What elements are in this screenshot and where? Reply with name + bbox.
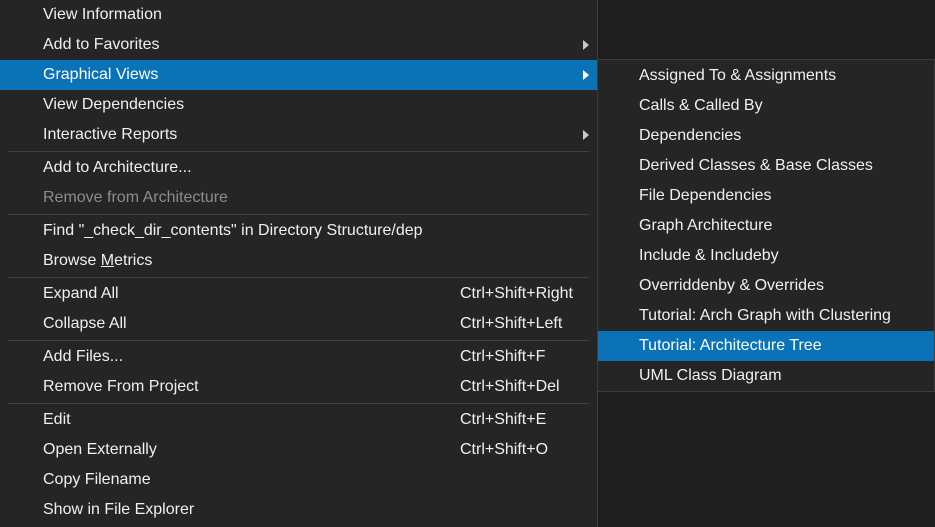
menu-item-browse-metrics[interactable]: Browse Metrics [0, 246, 597, 276]
chevron-right-icon [583, 70, 589, 80]
menu-item-find-check-dir-contents-in-directory-structure-dep[interactable]: Find "_check_dir_contents" in Directory … [0, 216, 597, 246]
menu-item-shortcut: Ctrl+Shift+Del [460, 378, 560, 395]
menu-item-view-information[interactable]: View Information [0, 0, 597, 30]
menu-item-label: Add to Architecture... [43, 159, 192, 176]
submenu-item-assigned-to-assignments[interactable]: Assigned To & Assignments [598, 61, 934, 91]
menu-item-label: Remove from Architecture [43, 189, 228, 206]
menu-item-label: Graphical Views [43, 66, 159, 83]
menu-item-label: View Dependencies [43, 96, 185, 113]
submenu-item-uml-class-diagram[interactable]: UML Class Diagram [598, 361, 934, 391]
submenu-item-graph-architecture[interactable]: Graph Architecture [598, 211, 934, 241]
menu-item-label: View Information [43, 6, 162, 23]
menu-item-remove-from-project[interactable]: Remove From Project Ctrl+Shift+Del [0, 372, 597, 402]
menu-item-copy-filename[interactable]: Copy Filename [0, 465, 597, 495]
mnemonic-underline: M [100, 252, 115, 269]
menu-item-graphical-views[interactable]: Graphical Views [0, 60, 597, 90]
submenu-item-tutorial-architecture-tree[interactable]: Tutorial: Architecture Tree [598, 331, 934, 361]
context-menu: View Information Add to Favorites Graphica… [0, 0, 598, 527]
menu-item-label: Edit [43, 411, 71, 428]
menu-item-collapse-all[interactable]: Collapse All Ctrl+Shift+Left [0, 309, 597, 339]
submenu-item-dependencies[interactable]: Dependencies [598, 121, 934, 151]
menu-item-label: Show in File Explorer [43, 501, 195, 518]
menu-item-edit[interactable]: Edit Ctrl+Shift+E [0, 405, 597, 435]
menu-item-shortcut: Ctrl+Shift+O [460, 441, 549, 458]
screen: View Information Add to Favorites Graphica… [0, 0, 935, 527]
menu-item-open-externally[interactable]: Open Externally Ctrl+Shift+O [0, 435, 597, 465]
menu-item-label: Copy Filename [43, 471, 151, 488]
menu-item-expand-all[interactable]: Expand All Ctrl+Shift+Right [0, 279, 597, 309]
menu-item-interactive-reports[interactable]: Interactive Reports [0, 120, 597, 150]
chevron-right-icon [583, 40, 589, 50]
menu-item-label: Open Externally [43, 441, 157, 458]
graphical-views-submenu: Assigned To & Assignments Calls & Called … [597, 59, 935, 392]
menu-item-shortcut: Ctrl+Shift+E [460, 411, 547, 428]
menu-item-label: Browse Metrics [43, 252, 153, 269]
submenu-item-tutorial-arch-graph-with-clustering[interactable]: Tutorial: Arch Graph with Clustering [598, 301, 934, 331]
submenu-item-overriddenby-overrides[interactable]: Overriddenby & Overrides [598, 271, 934, 301]
chevron-right-icon [583, 130, 589, 140]
menu-item-label: Collapse All [43, 315, 127, 332]
menu-item-add-to-favorites[interactable]: Add to Favorites [0, 30, 597, 60]
menu-item-shortcut: Ctrl+Shift+F [460, 348, 546, 365]
menu-item-shortcut: Ctrl+Shift+Left [460, 315, 563, 332]
menu-item-label: Remove From Project [43, 378, 199, 395]
menu-item-add-to-architecture[interactable]: Add to Architecture... [0, 153, 597, 183]
submenu-item-calls-called-by[interactable]: Calls & Called By [598, 91, 934, 121]
menu-item-view-dependencies[interactable]: View Dependencies [0, 90, 597, 120]
menu-item-show-in-file-explorer[interactable]: Show in File Explorer [0, 495, 597, 525]
menu-item-remove-from-architecture: Remove from Architecture [0, 183, 597, 213]
menu-item-shortcut: Ctrl+Shift+Right [460, 285, 573, 302]
submenu-item-file-dependencies[interactable]: File Dependencies [598, 181, 934, 211]
menu-item-label: Interactive Reports [43, 126, 178, 143]
submenu-item-derived-classes-base-classes[interactable]: Derived Classes & Base Classes [598, 151, 934, 181]
menu-item-label: Add to Favorites [43, 36, 160, 53]
submenu-item-include-includeby[interactable]: Include & Includeby [598, 241, 934, 271]
menu-item-add-files[interactable]: Add Files... Ctrl+Shift+F [0, 342, 597, 372]
menu-item-label: Expand All [43, 285, 119, 302]
menu-item-label: Find "_check_dir_contents" in Directory … [43, 222, 423, 239]
menu-item-label: Add Files... [43, 348, 124, 365]
